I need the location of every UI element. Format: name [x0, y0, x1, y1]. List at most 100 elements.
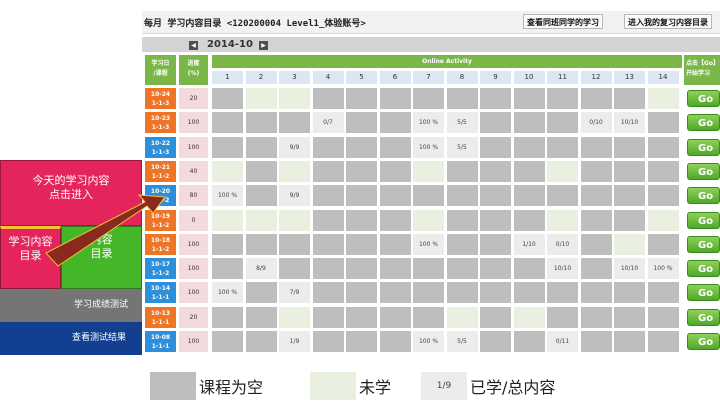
date-header-line1: 学习日 — [151, 60, 170, 67]
activity-cell-progress: 100 % — [413, 233, 444, 255]
activity-cell-empty — [346, 88, 377, 109]
go-button[interactable]: Go — [687, 284, 720, 302]
activity-column-7: 7 — [413, 71, 444, 84]
activity-column-10: 10 — [513, 71, 545, 84]
activity-cell-empty — [614, 209, 645, 231]
go-header-line2: 开始学习 — [686, 70, 711, 77]
activity-cell-empty — [312, 282, 344, 304]
activity-cell-progress: 0/11 — [547, 331, 578, 352]
go-button[interactable]: Go — [687, 308, 720, 326]
activity-cell-empty — [446, 88, 478, 109]
activity-column-3: 3 — [279, 71, 310, 84]
row-date: 10-23 — [150, 115, 171, 123]
activity-cell-empty — [346, 331, 377, 352]
content-catalog-line1: 学习内容 — [8, 235, 53, 248]
next-month-icon[interactable]: ▶ — [259, 41, 268, 50]
go-button[interactable]: Go — [687, 187, 720, 205]
date-column-header: 学习日 /课程 — [145, 55, 176, 85]
legend-empty-swatch — [150, 372, 196, 400]
content-catalog-button[interactable]: 学习内容 目录 — [0, 226, 61, 289]
activity-cell-empty — [346, 258, 377, 280]
activity-cell-progress: 1/10 — [513, 233, 545, 255]
month-navigator: ◀ 2014-10 ▶ — [142, 37, 720, 52]
prev-month-icon[interactable]: ◀ — [189, 41, 198, 50]
row-course: 1-1-3 — [151, 148, 170, 156]
activity-cell-empty — [346, 282, 377, 304]
activity-cell-empty — [312, 88, 344, 109]
activity-cell-empty — [580, 331, 612, 352]
activity-column-6: 6 — [379, 71, 411, 84]
go-button[interactable]: Go — [687, 114, 720, 132]
activity-cell-empty — [647, 306, 679, 328]
activity-cell-unlearned — [245, 209, 277, 231]
activity-cell-empty — [513, 209, 545, 231]
activity-cell-unlearned — [279, 209, 310, 231]
activity-cell-unlearned — [413, 209, 444, 231]
activity-cell-empty — [580, 306, 612, 328]
activity-cell-empty — [312, 233, 344, 255]
progress-column-header: 进度 (%) — [179, 55, 208, 85]
activity-cell-empty — [379, 88, 411, 109]
activity-column-1: 1 — [212, 71, 243, 84]
today-content-button[interactable]: 今天的学习内容 点击进入 — [0, 160, 142, 226]
go-button[interactable]: Go — [687, 90, 720, 107]
row-course: 1-1-2 — [151, 221, 170, 229]
activity-cell-empty — [480, 233, 511, 255]
activity-cell-empty — [614, 136, 645, 158]
legend-unlearned-label: 未学 — [359, 378, 392, 397]
activity-cell-empty — [379, 282, 411, 304]
go-button[interactable]: Go — [687, 138, 720, 156]
activity-column-2: 2 — [245, 71, 277, 84]
activity-cell-empty — [513, 331, 545, 352]
row-date: 10-08 — [150, 334, 171, 341]
activity-cell-unlearned — [446, 306, 478, 328]
progress-header-line1: 进度 — [187, 60, 200, 67]
activity-cell-empty — [312, 306, 344, 328]
activity-cell-progress: 5/5 — [446, 136, 478, 158]
row-date: 10-19 — [150, 212, 171, 220]
activity-cell-empty — [614, 282, 645, 304]
view-results-button[interactable]: 查看测试结果 — [0, 322, 142, 355]
activity-cell-empty — [379, 331, 411, 352]
activity-cell-empty — [212, 258, 243, 280]
activity-cell-empty — [547, 185, 578, 207]
review-catalog-button[interactable]: 内容 目录 — [61, 226, 142, 289]
go-button[interactable]: Go — [687, 211, 720, 229]
activity-cell-empty — [379, 160, 411, 182]
row-date: 10-20 — [150, 188, 171, 196]
activity-cell-unlearned — [279, 160, 310, 182]
go-button[interactable]: Go — [687, 333, 720, 350]
test-scores-button[interactable]: 学习成绩测试 — [0, 289, 142, 322]
activity-cell-progress: 100 % — [212, 185, 243, 207]
row-date-badge: 10-21 1-1-2 — [145, 160, 176, 182]
activity-cell-empty — [580, 258, 612, 280]
activity-cell-empty — [580, 160, 612, 182]
go-header-line1: 点击【Go】 — [686, 60, 720, 67]
activity-cell-empty — [614, 160, 645, 182]
go-button[interactable]: Go — [687, 235, 720, 253]
activity-cell-progress: 100 % — [212, 282, 243, 304]
activity-cell-empty — [212, 136, 243, 158]
row-date-badge: 10-13 1-1-1 — [145, 306, 176, 328]
activity-cell-empty — [413, 88, 444, 109]
legend-unlearned-swatch — [310, 372, 356, 400]
activity-cell-empty — [346, 136, 377, 158]
activity-cell-empty — [346, 160, 377, 182]
activity-cell-progress: 8/9 — [245, 258, 277, 280]
activity-cell-empty — [446, 258, 478, 280]
activity-cell-unlearned — [245, 88, 277, 109]
activity-cell-empty — [346, 112, 377, 134]
review-catalog-link[interactable]: 进入我的复习内容目录 — [624, 14, 712, 29]
activity-cell-empty — [245, 331, 277, 352]
activity-cell-empty — [647, 160, 679, 182]
activity-cell-progress: 10/10 — [614, 258, 645, 280]
activity-cell-empty — [614, 185, 645, 207]
go-button[interactable]: Go — [687, 162, 720, 180]
view-classmates-button[interactable]: 查看同班同学的学习 — [523, 14, 603, 29]
row-date-badge: 10-17 1-1-2 — [145, 258, 176, 280]
go-button[interactable]: Go — [687, 260, 720, 278]
activity-cell-empty — [513, 185, 545, 207]
row-progress: 100 — [179, 331, 208, 352]
row-progress: 100 — [179, 233, 208, 255]
activity-cell-empty — [379, 233, 411, 255]
